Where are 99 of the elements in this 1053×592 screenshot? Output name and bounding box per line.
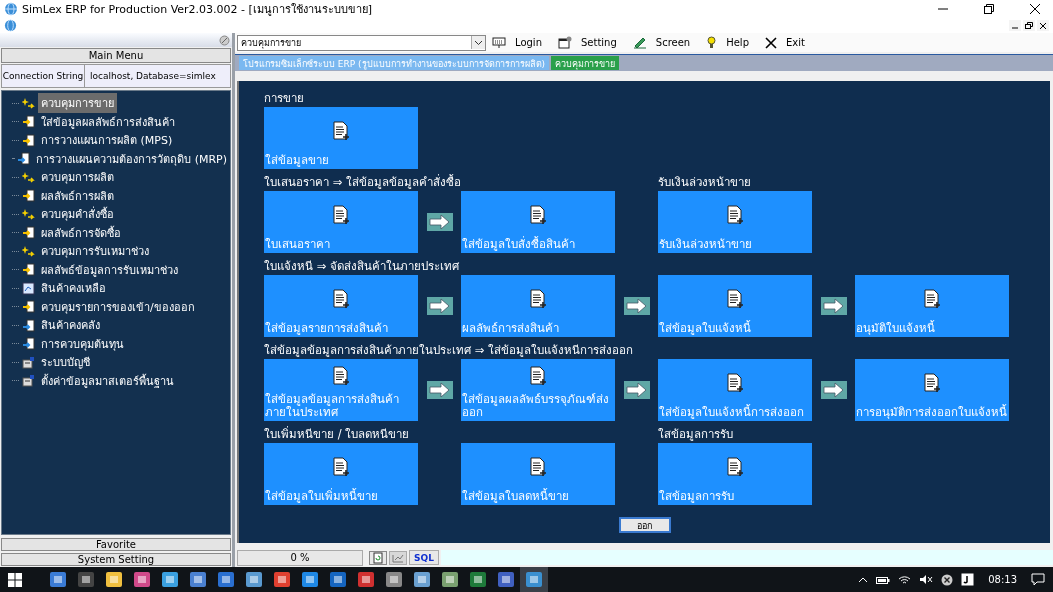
document-arrow-icon [22, 318, 35, 332]
section-heading: ใส่ข้อมูลข้อมูลการส่งสินค้าภายในประเทศ ⇒ ใส่ข้อมูลใบแจ้งหนีการส่งออก [264, 342, 634, 359]
document-plus-icon [331, 366, 350, 386]
menu-item[interactable]: ควบคุมการขาย [38, 93, 117, 114]
keyboard-icon [492, 36, 506, 49]
document-plus-icon [725, 456, 744, 477]
section-heading: รับเงินล่วงหน้าขาย [658, 174, 752, 191]
close-icon[interactable] [1029, 3, 1041, 15]
document-plus-icon [922, 288, 941, 309]
menu-item[interactable]: ควบคุมการรับเหมาช่วง [38, 241, 152, 262]
wifi-icon[interactable] [898, 574, 912, 585]
document-plus-icon [725, 288, 744, 309]
document-arrow-icon [22, 189, 35, 203]
toolbar-button[interactable]: Screen [649, 37, 697, 48]
toolbar-button[interactable]: Exit [780, 37, 811, 48]
sidebar-footer-button[interactable]: System Setting [1, 553, 231, 566]
document-plus-icon [331, 120, 350, 141]
document-arrow-icon [22, 300, 35, 314]
document-arrow-icon [22, 337, 35, 351]
window-settings-icon [558, 36, 572, 49]
menu-item[interactable]: ควบคุมการผลิต [38, 167, 117, 188]
menu-dropdown[interactable]: ควบคุมการขาย [237, 34, 486, 51]
start-icon[interactable] [8, 572, 22, 587]
globe-icon [4, 2, 18, 16]
section-heading: ใบเพิ่มหนีขาย / ใบลดหนีขาย [264, 425, 411, 443]
document-arrow-icon [22, 133, 35, 147]
sparkle-icon [22, 96, 35, 110]
document-plus-icon [331, 456, 350, 477]
pen-screen-icon [632, 36, 647, 49]
minimize-icon[interactable] [1009, 20, 1021, 31]
menu-item[interactable]: ผลลัพธ์ข้อมูลการรับเหมาช่วง [38, 259, 181, 280]
section-heading: การขาย [264, 90, 305, 107]
progress-readout: 0 % [237, 549, 363, 566]
sparkle-icon [22, 207, 35, 221]
document-plus-icon [528, 288, 547, 309]
menu-item[interactable]: การควบคุมต้นทุน [38, 333, 127, 354]
connection-value: localhost, Database=simlex [89, 70, 216, 83]
arrow-right-icon [623, 381, 650, 399]
app-icon[interactable] [520, 567, 548, 592]
arrow-right-icon [820, 381, 847, 399]
arrow-right-icon [426, 213, 453, 231]
notification-icon[interactable] [1031, 573, 1045, 586]
sparkle-icon [22, 244, 35, 258]
muted-speaker-icon[interactable] [919, 574, 934, 585]
app-icon[interactable] [961, 573, 975, 586]
menu-item[interactable]: ผลลัพธ์การจัดซื้อ [38, 222, 124, 243]
document-plus-icon [528, 366, 547, 386]
section-heading: ใบเสนอราคา ⇒ ใส่ข้อมูลข้อมูลคำสั่งซื้อ [264, 173, 462, 191]
document-plus-icon [725, 204, 744, 225]
report-icon [22, 281, 35, 295]
document-arrow-icon [22, 263, 35, 277]
document-plus-icon [922, 372, 941, 393]
document-arrow-icon [22, 115, 35, 129]
sidebar-footer-button[interactable]: Favorite [1, 538, 231, 551]
document-plus-icon [528, 456, 547, 477]
window-title: SimLex ERP for Production Ver2.03.002 - [เมนูการใช้งานระบบขาย] [22, 2, 373, 18]
toolbar-button[interactable]: Login [509, 37, 548, 48]
document-arrow-icon [17, 152, 31, 166]
battery-icon[interactable] [876, 574, 891, 585]
lightbulb-icon [706, 36, 718, 49]
clock[interactable]: 08:13 [988, 574, 1017, 585]
sparkle-icon [22, 170, 35, 184]
restore-icon[interactable] [1023, 20, 1035, 31]
menu-item[interactable]: การวางแผนการผลิต (MPS) [38, 130, 176, 151]
restore-icon[interactable] [983, 3, 995, 15]
arrow-right-icon [426, 297, 453, 315]
connection-label: Connection String [2, 65, 85, 87]
globe-icon [4, 19, 17, 32]
menu-item[interactable]: ผลลัพธ์การผลิต [38, 185, 117, 206]
section-heading: ใบแจ้งหนี ⇒ จัดส่งสินค้าในภายประเทศ [264, 258, 460, 275]
exit-button[interactable]: ออก [618, 517, 671, 533]
cabinet-icon [22, 374, 35, 388]
document-plus-icon [331, 204, 350, 225]
arrow-right-icon [623, 297, 650, 315]
menu-item[interactable]: ใส่ข้อมูลผลลัพธ์การส่งสินค้า [38, 111, 178, 132]
close-icon[interactable] [1037, 20, 1049, 31]
refresh-icon[interactable] [369, 550, 387, 565]
chart-icon[interactable] [389, 550, 407, 565]
main-menu-header: Main Menu [1, 48, 231, 63]
close-icon [765, 36, 777, 49]
menu-item[interactable]: ควบคุมคำสั่งซื้อ [38, 204, 117, 225]
toolbar-button[interactable]: Setting [575, 37, 623, 48]
menu-item[interactable]: ระบบบัญชี [38, 352, 93, 373]
cabinet-icon [22, 355, 35, 369]
document-plus-icon [528, 204, 547, 225]
document-plus-icon [331, 288, 350, 309]
sql-button[interactable]: SQL [409, 550, 439, 565]
menu-item[interactable]: ตั้งค่าข้อมูลมาสเตอร์พื้นฐาน [38, 370, 177, 391]
arrow-right-icon [820, 297, 847, 315]
arrow-right-icon [426, 381, 453, 399]
menu-item[interactable]: สินค้าคงเหลือ [38, 278, 109, 299]
section-heading: ใสข้อมูลการรับ [658, 426, 734, 443]
toolbar-button[interactable]: Help [720, 37, 755, 48]
menu-item[interactable]: การวางแผนความต้องการวัตถุดิบ (MRP) [33, 148, 230, 169]
close-circle-icon[interactable] [941, 573, 954, 586]
menu-item[interactable]: สินค้าคงคลัง [38, 315, 103, 336]
menu-item[interactable]: ควบคุมรายการของเข้า/ของออก [38, 296, 198, 317]
document-arrow-icon [22, 226, 35, 240]
document-plus-icon [725, 372, 744, 393]
